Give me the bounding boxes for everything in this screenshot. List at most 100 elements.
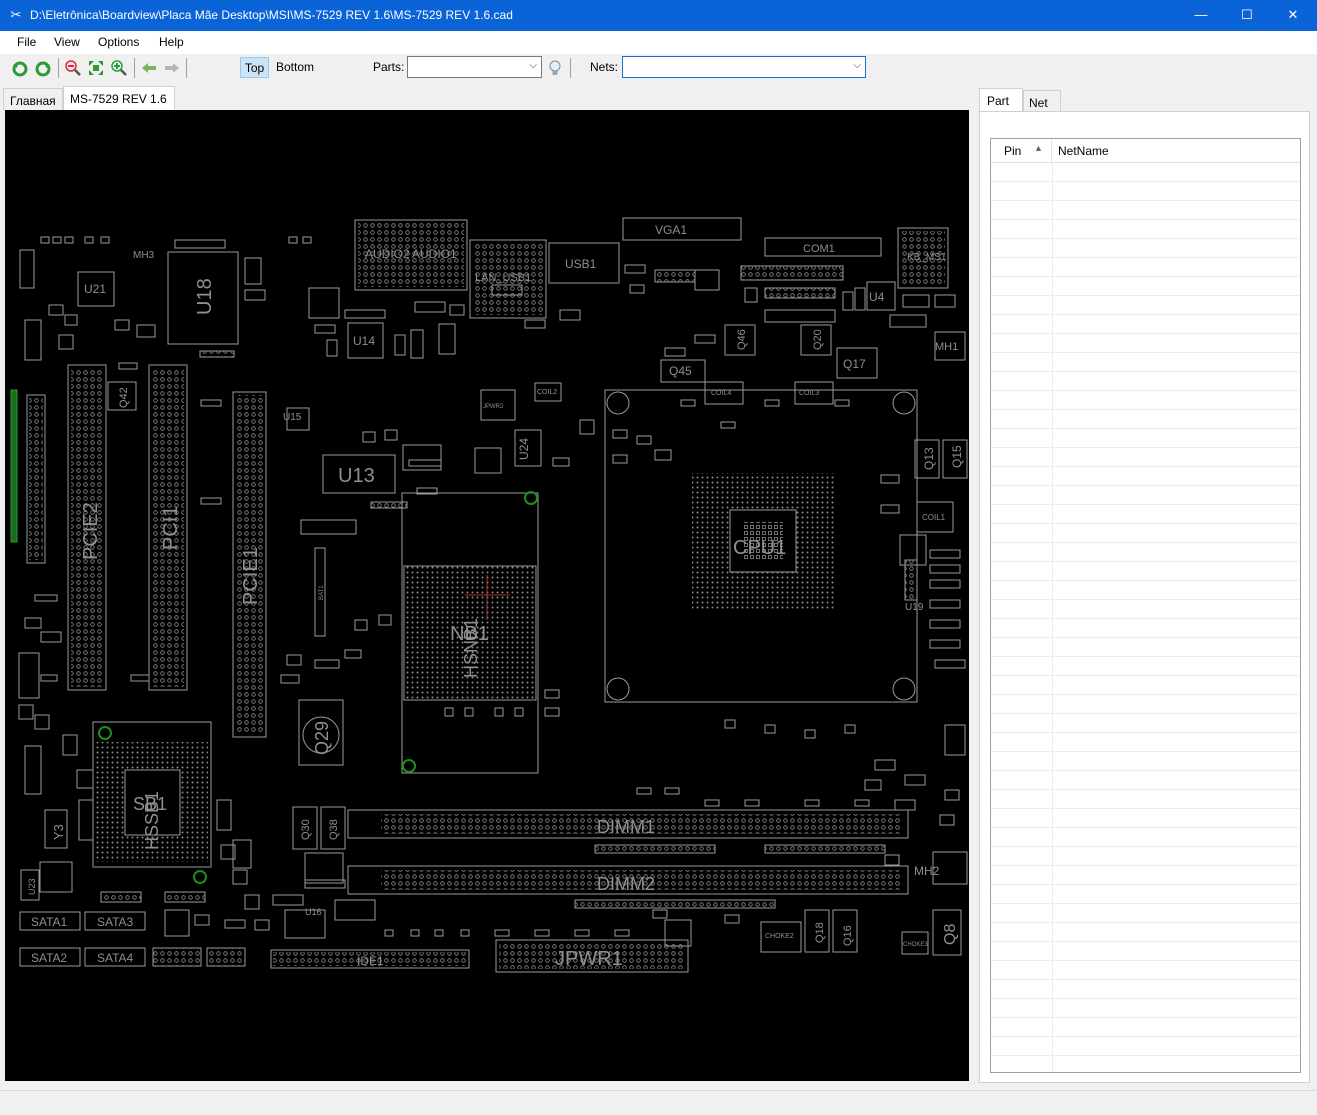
label-cpu1: CPU1 — [733, 537, 786, 559]
zoom-out-icon — [65, 60, 81, 76]
top-side-button[interactable]: Top — [240, 57, 269, 78]
label-u23: U23 — [27, 878, 37, 895]
label-q38: Q38 — [328, 819, 340, 840]
nets-combo[interactable]: ⌵ — [622, 56, 866, 78]
maximize-icon: ☐ — [1241, 7, 1253, 22]
nets-label: Nets: — [590, 60, 619, 74]
label-hssb1: HSSB1 — [142, 791, 162, 850]
label-q42: Q42 — [118, 387, 130, 408]
label-u19: U19 — [905, 602, 924, 613]
rotate-left-button[interactable] — [11, 59, 29, 77]
document-tab-strip: Главная MS-7529 REV 1.6 — [0, 86, 975, 110]
label-q46: Q46 — [736, 329, 748, 350]
parts-label: Parts: — [373, 60, 405, 74]
zoom-in-button[interactable] — [110, 59, 128, 77]
label-q30: Q30 — [300, 819, 312, 840]
label-sata1: SATA1 — [31, 915, 68, 929]
label-u16: U16 — [305, 907, 322, 917]
label-dimm1: DIMM1 — [597, 817, 655, 837]
label-mh1: MH1 — [935, 341, 958, 353]
minimize-icon: — — [1194, 7, 1208, 22]
column-netname-label: NetName — [1058, 144, 1109, 158]
label-coil1: COIL1 — [922, 513, 946, 522]
label-sata3: SATA3 — [97, 915, 134, 929]
maximize-button[interactable]: ☐ — [1224, 0, 1270, 31]
label-dimm2: DIMM2 — [597, 874, 655, 894]
chevron-down-icon: ⌵ — [529, 60, 537, 71]
label-q8: Q8 — [942, 924, 959, 945]
label-u24: U24 — [517, 438, 531, 460]
chevron-down-icon: ⌵ — [853, 60, 861, 71]
rotate-right-icon — [35, 61, 51, 77]
menu-help[interactable]: Help — [159, 35, 184, 49]
close-button[interactable]: ✕ — [1270, 0, 1316, 31]
label-bat1: BAT1 — [319, 585, 325, 600]
label-ide1: IDE1 — [357, 954, 384, 968]
column-pin-label: Pin — [1004, 144, 1022, 158]
label-u14: U14 — [353, 334, 375, 348]
toolbar: Top Bottom Parts: ⌵ Nets: ⌵ — [0, 54, 1317, 82]
label-choke2: CHOKE2 — [765, 933, 794, 940]
tab-part[interactable]: Part — [979, 88, 1023, 112]
minimize-button[interactable]: — — [1178, 0, 1224, 31]
label-y3: Y3 — [51, 824, 66, 840]
top-side-label: Top — [244, 61, 265, 75]
status-bar — [0, 1090, 1317, 1115]
fit-icon — [89, 61, 103, 75]
label-q16: Q16 — [842, 925, 854, 946]
tab-board-label: MS-7529 REV 1.6 — [70, 92, 167, 106]
label-q15: Q15 — [950, 445, 964, 468]
pin-table[interactable]: Pin ▲ NetName — [990, 138, 1301, 1073]
boardview-canvas[interactable]: U21 U18 MH3 MH2 MH1 AUDIO2 AUDIO1 LAN_US… — [5, 110, 969, 1081]
label-jpwr2: JPWR2 — [483, 404, 504, 410]
zoom-out-button[interactable] — [64, 59, 82, 77]
window-title: D:\Eletrônica\Boardview\Placa Mãe Deskto… — [30, 8, 513, 22]
label-hsnb1: HSNB1 — [461, 618, 481, 678]
tab-net[interactable]: Net — [1023, 90, 1061, 112]
label-sata2: SATA2 — [31, 951, 68, 965]
tab-home[interactable]: Главная — [3, 88, 63, 110]
rotate-left-icon — [12, 61, 28, 77]
forward-button[interactable] — [163, 59, 181, 77]
label-coil2: COIL2 — [537, 389, 557, 396]
menu-file[interactable]: File — [17, 35, 36, 49]
label-pcie1: PCIE1 — [240, 547, 262, 605]
parts-combo[interactable]: ⌵ — [407, 56, 542, 78]
label-mh2: MH2 — [914, 864, 940, 878]
label-pci1: PCI1 — [160, 506, 182, 550]
pin-table-header: Pin ▲ NetName — [991, 139, 1300, 163]
label-u21: U21 — [84, 282, 106, 296]
label-u15: U15 — [283, 412, 302, 423]
search-part-button[interactable] — [546, 59, 564, 77]
bottom-side-button[interactable]: Bottom — [270, 57, 320, 78]
label-u13: U13 — [338, 465, 375, 487]
app-icon: ✂ — [10, 7, 22, 22]
column-header-netname[interactable]: NetName — [1052, 139, 1300, 163]
pcb-drawing[interactable]: U21 U18 MH3 MH2 MH1 AUDIO2 AUDIO1 LAN_US… — [5, 110, 969, 1081]
label-q45: Q45 — [669, 364, 692, 378]
close-icon: ✕ — [1287, 7, 1299, 22]
zoom-in-icon — [111, 60, 127, 76]
label-q13: Q13 — [922, 447, 936, 470]
label-u4: U4 — [869, 290, 885, 304]
rotate-right-button[interactable] — [34, 59, 52, 77]
tab-board[interactable]: MS-7529 REV 1.6 — [63, 86, 175, 110]
label-q29: Q29 — [312, 721, 332, 755]
label-vga1: VGA1 — [655, 223, 687, 237]
pin-table-body — [991, 163, 1300, 1072]
label-choke3: CHOKE3 — [903, 942, 928, 948]
menu-options[interactable]: Options — [98, 35, 139, 49]
column-header-pin[interactable]: Pin ▲ — [991, 139, 1052, 163]
label-mh3: MH3 — [133, 250, 155, 261]
label-lan-usb1: LAN_USB1 — [475, 272, 531, 284]
label-audio2: AUDIO2 — [365, 247, 410, 261]
back-button[interactable] — [140, 59, 158, 77]
menu-view[interactable]: View — [54, 35, 80, 49]
label-usb1: USB1 — [565, 257, 597, 271]
fit-button[interactable] — [87, 59, 105, 77]
search-bulb-icon — [549, 60, 561, 75]
label-kb-ms1: KB_MS1 — [907, 252, 947, 263]
sort-ascending-icon: ▲ — [1034, 143, 1043, 153]
label-sata4: SATA4 — [97, 951, 134, 965]
label-coil4: COIL4 — [711, 390, 731, 397]
